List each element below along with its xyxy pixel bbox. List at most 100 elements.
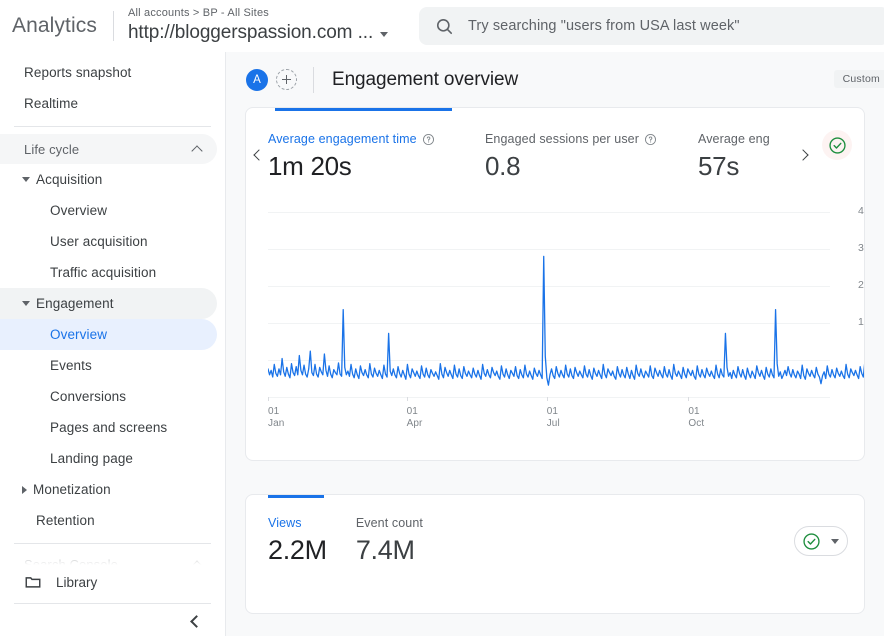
chart-x-tick [547,397,548,401]
nav-divider-2 [14,543,211,544]
chart-gridline [268,397,830,398]
check-circle-icon-2 [802,532,821,551]
chart-x-tick [688,397,689,401]
chevron-up-icon [192,144,203,155]
search-icon [435,17,454,36]
views-card: Views2.2M Event count 7.4M [245,494,865,614]
breadcrumb: All accounts > BP - All Sites [128,7,388,20]
sidebar-collapse-button[interactable] [181,608,207,634]
engagement-card: Average engagement time 1m 20sEngaged ses… [245,107,865,461]
comparison-avatar[interactable]: A [246,69,268,91]
search-box[interactable] [419,7,884,45]
sidebar: Reports snapshot Realtime Life cycle Acqu… [0,52,225,636]
account-selector[interactable]: All accounts > BP - All Sites http://blo… [128,7,388,46]
chart-x-tick [268,397,269,401]
metrics-next-button[interactable] [792,132,814,178]
sidebar-item-label: User acquisition [50,234,148,249]
help-icon[interactable] [644,133,657,146]
sidebar-item-label: Conversions [50,389,126,404]
x-tick-day: 01 [407,406,423,418]
sidebar-item-conversions[interactable]: Conversions [0,381,217,412]
section-label: Life cycle [24,142,79,157]
sidebar-section-search-console[interactable]: Search Console [0,551,225,565]
caret-down-icon [22,301,30,306]
x-tick-month: Jul [547,418,560,430]
metric-label: Event count [356,516,423,530]
check-circle-icon [828,136,847,155]
sidebar-item-traffic-acquisition[interactable]: Traffic acquisition [0,257,217,288]
sidebar-item-pages-and-screens[interactable]: Pages and screens [0,412,217,443]
active-tab-indicator-2 [268,495,324,498]
sidebar-item-label: Reports snapshot [24,65,131,80]
chart-x-tick-label: 01Jan [268,406,284,430]
metric-label: Average engagement time [268,132,417,146]
sidebar-item-retention[interactable]: Retention [0,505,217,536]
x-tick-day: 01 [547,406,560,418]
sidebar-item-label: Overview [50,203,107,218]
metric-value: 57s [698,151,793,182]
search-input[interactable] [468,18,873,34]
metrics-prev-button[interactable] [246,132,268,178]
metric-value: 7.4M [356,535,423,566]
metric-status-button[interactable] [822,130,852,160]
chart-x-tick-label: 01Oct [688,406,704,430]
sidebar-item-label: Retention [36,513,95,528]
x-tick-day: 01 [268,406,284,418]
brand-divider [113,11,114,41]
library-label: Library [56,575,97,590]
metric-engaged-sessions-per-user[interactable]: Engaged sessions per user 0.8 [485,132,698,182]
x-tick-month: Jan [268,418,284,430]
sidebar-item-overview[interactable]: Overview [0,319,217,350]
caret-down-icon [22,177,30,182]
sidebar-item-user-acquisition[interactable]: User acquisition [0,226,217,257]
sidebar-nav: Reports snapshot Realtime Life cycle Acqu… [0,52,225,599]
chevron-up-icon-2 [192,559,203,566]
sidebar-footer-divider [14,603,211,604]
header-divider [313,67,314,93]
chevron-left-icon [189,616,199,626]
metric-event-count[interactable]: Event count 7.4M [356,516,423,566]
sidebar-item-reports-snapshot[interactable]: Reports snapshot [0,57,217,88]
section-label-search-console: Search Console [24,557,118,566]
metric-value: 0.8 [485,151,698,182]
sidebar-section-life-cycle[interactable]: Life cycle [0,134,217,164]
metric-label: Engaged sessions per user [485,132,639,146]
metric-average-engagement-time[interactable]: Average engagement time 1m 20s [268,132,485,182]
sidebar-item-label: Monetization [33,482,111,497]
custom-badge: Custom [834,70,884,88]
analytics-logo[interactable]: Analytics [12,14,97,38]
metric-label: Average eng [698,132,770,146]
sidebar-item-label: Traffic acquisition [50,265,156,280]
property-name: http://bloggerspassion.com ... [128,20,373,46]
analytics-app: Analytics All accounts > BP - All Sites … [0,0,884,636]
sidebar-item-label: Landing page [50,451,133,466]
chevron-down-icon[interactable] [380,32,388,37]
sidebar-item-acquisition[interactable]: Acquisition [0,164,217,195]
cards-container: Average engagement time 1m 20sEngaged ses… [226,107,884,614]
chart-x-tick-label: 01Jul [547,406,560,430]
chart-x-tick [407,397,408,401]
views-status-button[interactable] [794,526,848,556]
sidebar-item-monetization[interactable]: Monetization [0,474,217,505]
x-tick-month: Apr [407,418,423,430]
engagement-chart: 4m 10s3m 20s2m 30s1m 40s50s0s 01Jan01Apr… [246,212,865,460]
sidebar-item-engagement[interactable]: Engagement [0,288,217,319]
metric-value: 1m 20s [268,151,485,182]
sidebar-item-landing-page[interactable]: Landing page [0,443,217,474]
help-icon[interactable] [422,133,435,146]
chart-x-tick-label: 01Apr [407,406,423,430]
views-metrics-row: Views2.2M Event count 7.4M [246,495,864,566]
sidebar-item-library[interactable]: Library [0,565,225,599]
metric-value: 2.2M [268,535,327,566]
sidebar-item-label: Overview [50,327,107,342]
sidebar-item-overview[interactable]: Overview [0,195,217,226]
sidebar-item-realtime[interactable]: Realtime [0,88,217,119]
add-comparison-button[interactable] [276,69,297,90]
sidebar-item-label: Events [50,358,92,373]
metric-views[interactable]: Views2.2M [268,516,327,566]
sidebar-item-label: Engagement [36,296,114,311]
metric-average-eng[interactable]: Average eng 57s [698,132,793,182]
page-title: Engagement overview [332,69,518,91]
sidebar-item-label: Realtime [24,96,78,111]
sidebar-item-events[interactable]: Events [0,350,217,381]
